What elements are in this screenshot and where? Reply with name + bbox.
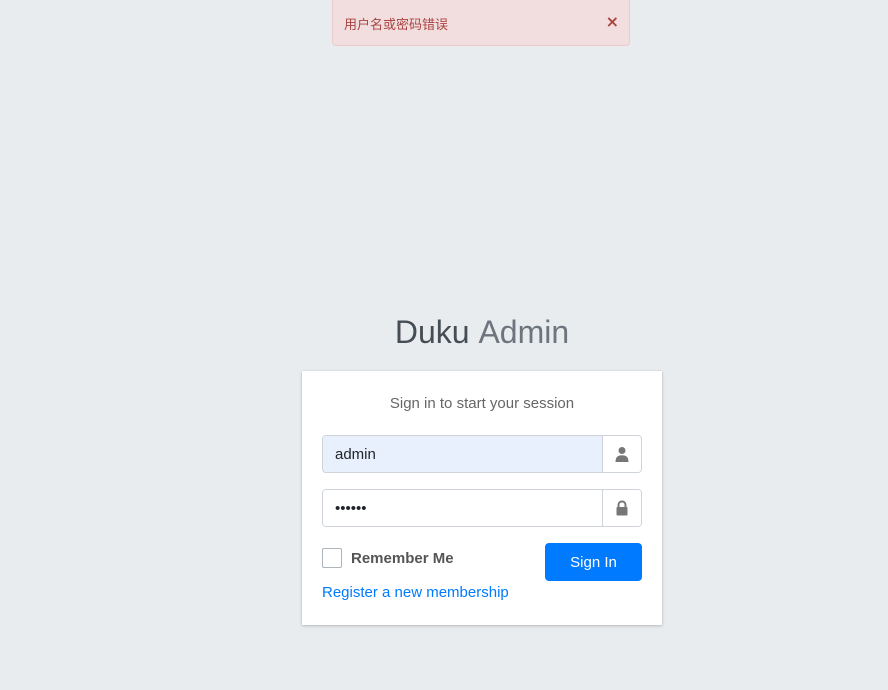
password-group xyxy=(322,489,642,527)
alert-message: 用户名或密码错误 xyxy=(344,18,449,33)
sign-in-button[interactable]: Sign In xyxy=(545,543,642,581)
lock-icon xyxy=(602,490,641,526)
logo-secondary-text: Admin xyxy=(478,314,570,350)
remember-me[interactable]: Remember Me xyxy=(322,548,454,568)
password-input[interactable] xyxy=(323,490,602,526)
app-logo[interactable]: Duku Admin xyxy=(0,312,888,352)
close-icon[interactable]: × xyxy=(606,13,619,31)
login-card: Sign in to start your session Remember M… xyxy=(302,371,662,625)
username-input[interactable] xyxy=(323,436,602,472)
error-alert: 用户名或密码错误 × xyxy=(332,0,630,46)
username-group xyxy=(322,435,642,473)
logo-primary-text: Duku xyxy=(394,314,470,350)
register-link[interactable]: Register a new membership xyxy=(322,584,509,601)
user-icon xyxy=(602,436,641,472)
remember-label: Remember Me xyxy=(351,549,454,567)
login-box-message: Sign in to start your session xyxy=(389,395,575,412)
remember-checkbox[interactable] xyxy=(322,548,342,568)
